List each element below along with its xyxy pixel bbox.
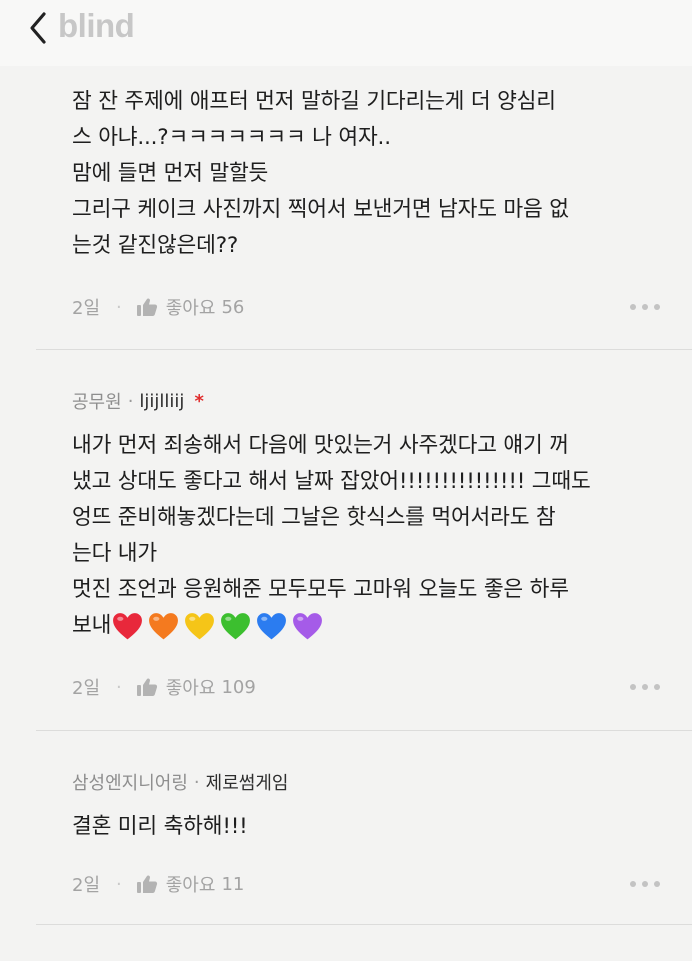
comment-time: 2일 xyxy=(72,875,101,896)
divider xyxy=(36,924,692,925)
more-horizontal-icon[interactable] xyxy=(628,303,662,311)
thumbs-up-icon xyxy=(136,678,157,696)
comment-footer: 2일 · 좋아요 56 xyxy=(72,294,662,320)
comment-body: 결혼 미리 축하해!!! xyxy=(72,814,248,839)
like-label: 좋아요 xyxy=(165,678,216,699)
author-nickname[interactable]: ljijlliij xyxy=(139,391,184,412)
author-company: 삼성엔지니어링 xyxy=(72,773,188,794)
like-button[interactable]: 좋아요 109 xyxy=(136,674,256,700)
comment-text: 내가 먼저 죄송해서 다음에 맛있는거 사주겠다고 얘기 꺼 냈고 상대도 좋다… xyxy=(72,433,591,638)
more-horizontal-icon[interactable] xyxy=(628,683,662,691)
heart-icon xyxy=(257,613,287,640)
author-badge: * xyxy=(194,390,204,412)
like-label: 좋아요 xyxy=(165,298,216,319)
heart-emoji-row xyxy=(111,610,324,642)
top-bar: blind xyxy=(0,0,692,66)
like-count: 56 xyxy=(221,296,245,318)
like-button[interactable]: 좋아요 56 xyxy=(136,294,245,320)
comment-author: 공무원 · ljijlliij * xyxy=(72,388,204,414)
thumbs-up-icon xyxy=(136,875,157,893)
divider xyxy=(36,730,692,731)
comment-time: 2일 xyxy=(72,678,101,699)
like-count: 11 xyxy=(221,873,245,895)
like-count: 109 xyxy=(221,676,256,698)
thumbs-up-icon xyxy=(136,298,157,316)
like-label: 좋아요 xyxy=(165,875,216,896)
heart-icon xyxy=(185,613,215,640)
comment-time: 2일 xyxy=(72,298,101,319)
comment-footer: 2일 · 좋아요 109 xyxy=(72,674,662,700)
back-button[interactable] xyxy=(24,8,58,48)
heart-icon xyxy=(113,613,143,640)
divider xyxy=(36,349,692,350)
heart-icon xyxy=(149,613,179,640)
more-horizontal-icon[interactable] xyxy=(628,880,662,888)
author-nickname[interactable]: 제로썸게임 xyxy=(206,769,289,795)
like-button[interactable]: 좋아요 11 xyxy=(136,871,245,897)
heart-icon xyxy=(221,613,251,640)
brand-logo: blind xyxy=(58,7,135,44)
comment-body: 내가 먼저 죄송해서 다음에 맛있는거 사주겠다고 얘기 꺼 냈고 상대도 좋다… xyxy=(72,428,662,644)
comment-author: 삼성엔지니어링 · 제로썸게임 xyxy=(72,769,288,795)
chevron-left-icon xyxy=(30,12,46,44)
comment-list: 잠 잔 주제에 애프터 먼저 말하길 기다리는게 더 양심리 스 아냐...?ㅋ… xyxy=(0,66,692,961)
comment-footer: 2일 · 좋아요 11 xyxy=(72,871,662,897)
comment-body: 잠 잔 주제에 애프터 먼저 말하길 기다리는게 더 양심리 스 아냐...?ㅋ… xyxy=(72,89,569,258)
heart-icon xyxy=(293,613,323,640)
author-company: 공무원 xyxy=(72,392,122,413)
